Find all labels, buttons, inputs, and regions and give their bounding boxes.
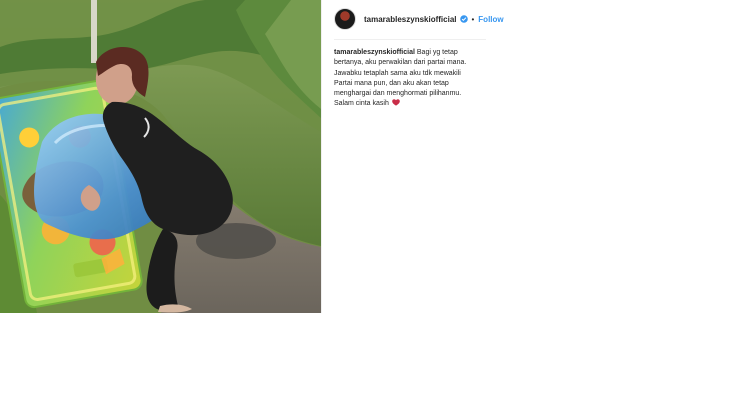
post-header: tamarableszynskiofficial • Follow: [334, 8, 724, 30]
caption-username[interactable]: tamarableszynskiofficial: [334, 49, 415, 56]
username[interactable]: tamarableszynskiofficial: [364, 15, 456, 24]
caption-text: Bagi yg tetap bertanya, aku perwakilan d…: [334, 49, 467, 108]
caption: tamarableszynskiofficial Bagi yg tetap b…: [334, 48, 490, 110]
post-photo: [0, 0, 321, 313]
header-divider: [334, 39, 486, 40]
verified-icon: [460, 15, 469, 23]
post-media[interactable]: [0, 0, 322, 313]
heart-icon: [392, 99, 400, 107]
header-separator: •: [471, 14, 475, 24]
follow-button[interactable]: Follow: [478, 15, 503, 24]
avatar[interactable]: [334, 8, 356, 30]
